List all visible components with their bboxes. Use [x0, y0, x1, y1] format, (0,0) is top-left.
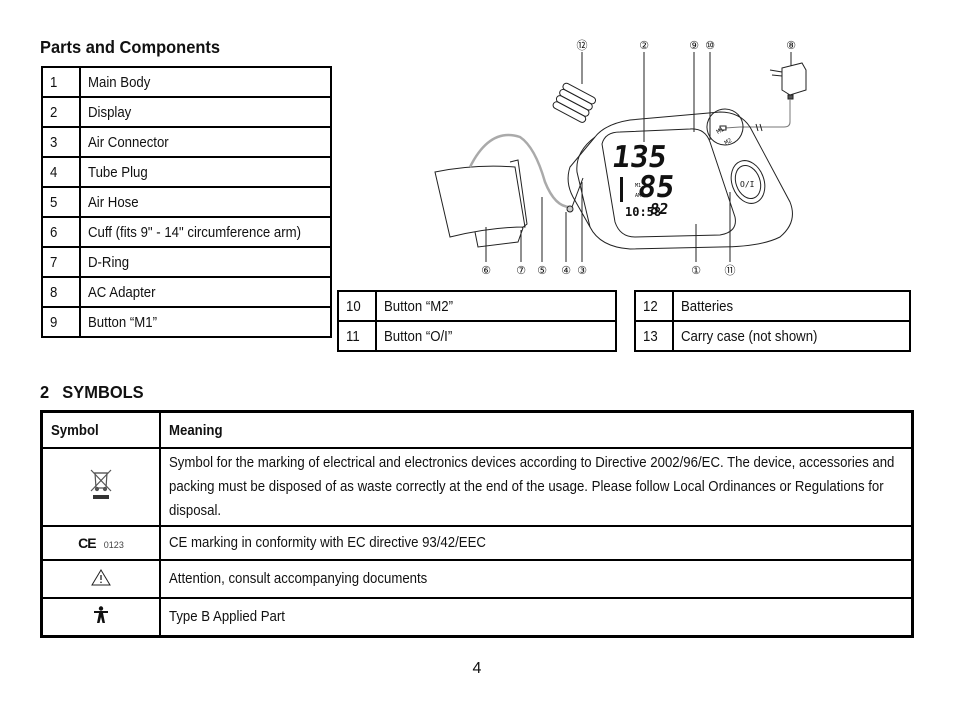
section-title: SYMBOLS [62, 382, 144, 402]
lcd-memory: M1 [635, 183, 641, 189]
part-label: Cuff (fits 9" - 14" circumference arm) [88, 223, 302, 241]
callout-5: ⑤ [537, 264, 547, 277]
callout-8: ⑧ [786, 39, 796, 52]
part-label: Button “M2” [384, 297, 453, 315]
part-number: 5 [50, 193, 58, 211]
parts-row: 10 Button “M2” [337, 290, 617, 322]
callout-12: ⑫ [577, 39, 588, 52]
part-number: 1 [50, 73, 58, 91]
callout-9: ⑨ [689, 39, 699, 52]
main-body-illustration [567, 108, 793, 250]
type-b-applied-part-icon [94, 606, 108, 623]
parts-row: 8 AC Adapter [41, 276, 333, 308]
parts-row: 6 Cuff (fits 9" - 14" circumference arm) [41, 216, 333, 248]
part-label: Air Connector [88, 133, 169, 151]
parts-table-left: 1 Main Body 2 Display 3 Air Connector 4 Tube… [41, 66, 333, 338]
callout-2: ② [639, 39, 649, 52]
callout-1: ① [691, 264, 701, 277]
part-label: Air Hose [88, 193, 139, 211]
part-label: Tube Plug [88, 163, 148, 181]
symbol-row: Type B Applied Part [40, 597, 914, 638]
lcd-time: 10:58 [625, 205, 661, 219]
part-label: AC Adapter [88, 283, 156, 301]
button-m2-label: M2 [724, 137, 734, 147]
callout-4: ④ [561, 264, 571, 277]
symbols-header-row: Symbol Meaning [40, 410, 914, 449]
symbol-meaning: Type B Applied Part [169, 608, 285, 625]
lcd-bar-indicator [620, 177, 623, 202]
batteries-illustration [552, 82, 597, 123]
part-number: 7 [50, 253, 58, 271]
parts-row: 9 Button “M1” [41, 306, 333, 338]
button-power-label: O/I [740, 180, 755, 189]
lcd-period: AM [635, 193, 641, 199]
part-label: Button “O/I” [384, 327, 453, 345]
parts-row: 11 Button “O/I” [337, 320, 617, 352]
callout-7: ⑦ [516, 264, 526, 277]
button-m1-label: M1 [716, 126, 726, 136]
parts-row: 5 Air Hose [41, 186, 333, 218]
parts-row: 7 D-Ring [41, 246, 333, 278]
symbols-heading: 2 SYMBOLS [40, 382, 144, 403]
part-number: 3 [50, 133, 58, 151]
part-number: 9 [50, 313, 58, 331]
parts-heading: Parts and Components [40, 37, 221, 57]
callout-11: ⑪ [725, 264, 736, 277]
callout-3: ③ [577, 264, 587, 277]
part-number: 12 [643, 297, 658, 315]
cuff-illustration [434, 133, 584, 248]
part-label: Carry case (not shown) [681, 327, 818, 345]
parts-row: 4 Tube Plug [41, 156, 333, 188]
callout-6: ⑥ [481, 264, 491, 277]
part-number: 11 [346, 327, 360, 345]
parts-table-right: 12 Batteries 13 Carry case (not shown) [634, 290, 911, 352]
weee-crossed-bin-icon [90, 469, 112, 499]
symbol-meaning: Attention, consult accompanying document… [169, 570, 428, 587]
part-number: 4 [50, 163, 58, 181]
parts-row: 2 Display [41, 96, 333, 128]
symbol-meaning: CE marking in conformity with EC directi… [169, 534, 486, 551]
parts-row: 1 Main Body [41, 66, 333, 98]
blood-pressure-monitor-diagram: 135 85 82 10:58 M1 AM M1 M2 O/I ⑫ ② ⑨ ⑩ … [434, 39, 807, 277]
part-number: 2 [50, 103, 58, 121]
ce-mark-icon: CE 0123 [40, 525, 161, 561]
callout-10: ⑩ [705, 39, 715, 52]
symbol-row: CE 0123 CE marking in conformity with EC… [40, 525, 914, 561]
attention-warning-icon [91, 568, 111, 585]
part-number: 8 [50, 283, 58, 301]
part-label: D-Ring [88, 253, 130, 271]
parts-row: 12 Batteries [634, 290, 911, 322]
parts-table-middle: 10 Button “M2” 11 Button “O/I” [337, 290, 617, 352]
part-label: Batteries [681, 297, 734, 315]
part-label: Display [88, 103, 132, 121]
lcd-display: 135 85 82 10:58 M1 AM M1 M2 O/I [610, 126, 755, 219]
symbol-row: Symbol for the marking of electrical and… [40, 447, 914, 527]
ac-adapter-illustration [719, 62, 807, 132]
symbol-column-header: Symbol [40, 410, 161, 449]
part-number: 6 [50, 223, 58, 241]
part-number: 10 [346, 297, 361, 315]
part-number: 13 [643, 327, 658, 345]
parts-row: 13 Carry case (not shown) [634, 320, 911, 352]
symbol-meaning: Symbol for the marking of electrical and… [169, 454, 895, 519]
symbols-table: Symbol Meaning Symbol for the marking of… [40, 410, 914, 638]
meaning-column-header: Meaning [159, 410, 914, 449]
symbol-row: Attention, consult accompanying document… [40, 559, 914, 599]
part-label: Main Body [88, 73, 151, 91]
page-number: 4 [472, 660, 482, 677]
part-label: Button “M1” [88, 313, 157, 331]
parts-row: 3 Air Connector [41, 126, 333, 158]
section-number: 2 [40, 382, 50, 402]
